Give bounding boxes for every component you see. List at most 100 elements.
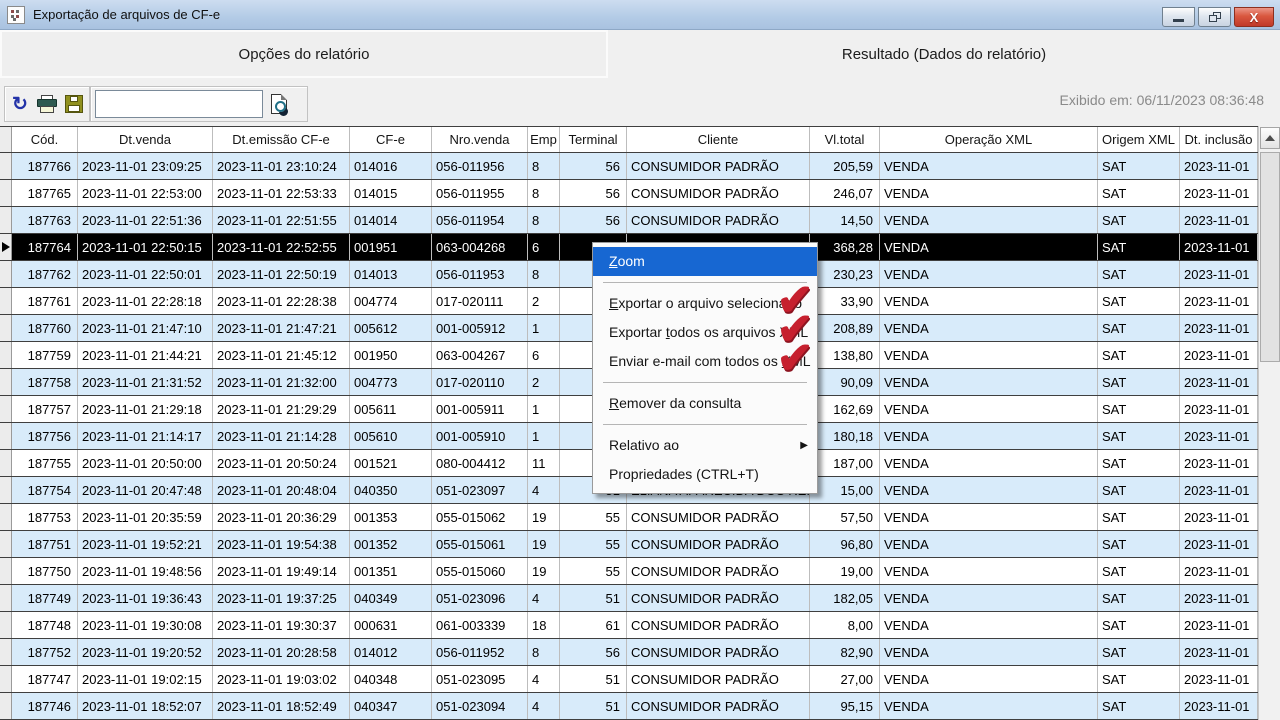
table-cell: SAT: [1098, 207, 1180, 233]
table-cell: CONSUMIDOR PADRÃO: [627, 666, 810, 692]
menu-item-exportar-o-arquivo-selecionado[interactable]: Exportar o arquivo selecionado: [593, 289, 817, 318]
table-cell: 1: [528, 396, 560, 422]
row-selector-gutter: [0, 207, 12, 233]
column-header[interactable]: Vl.total: [810, 127, 880, 152]
refresh-button[interactable]: ↻: [9, 91, 31, 117]
table-cell: 8: [528, 180, 560, 206]
table-cell: 2023-11-01: [1180, 558, 1258, 584]
table-cell: SAT: [1098, 342, 1180, 368]
row-selector-gutter: [0, 315, 12, 341]
menu-separator: [593, 418, 817, 431]
tab-resultado[interactable]: Resultado (Dados do relatório): [608, 30, 1280, 78]
menu-item-propriedades-ctrl-t[interactable]: Propriedades (CTRL+T): [593, 460, 817, 489]
column-header[interactable]: Terminal: [560, 127, 627, 152]
table-cell: 187752: [12, 639, 78, 665]
table-cell: SAT: [1098, 315, 1180, 341]
table-cell: CONSUMIDOR PADRÃO: [627, 207, 810, 233]
table-row[interactable]: 1877632023-11-01 22:51:362023-11-01 22:5…: [0, 207, 1258, 234]
table-cell: 055-015060: [432, 558, 528, 584]
table-cell: 2023-11-01 22:50:01: [78, 261, 213, 287]
table-cell: 061-003339: [432, 612, 528, 638]
table-row[interactable]: 1877482023-11-01 19:30:082023-11-01 19:3…: [0, 612, 1258, 639]
table-cell: 187755: [12, 450, 78, 476]
save-button[interactable]: [63, 91, 85, 117]
table-cell: VENDA: [880, 207, 1098, 233]
table-cell: 187764: [12, 234, 78, 260]
column-header[interactable]: Dt. inclusão: [1180, 127, 1258, 152]
table-cell: 2023-11-01: [1180, 288, 1258, 314]
table-cell: SAT: [1098, 288, 1180, 314]
tab-label: Resultado (Dados do relatório): [842, 46, 1046, 63]
menu-item-enviar-e-mail-com-todos-os-xml[interactable]: Enviar e-mail com todos os XML: [593, 347, 817, 376]
column-header[interactable]: Dt.venda: [78, 127, 213, 152]
table-cell: 014013: [350, 261, 432, 287]
table-row[interactable]: 1877512023-11-01 19:52:212023-11-01 19:5…: [0, 531, 1258, 558]
table-cell: 014012: [350, 639, 432, 665]
table-cell: 2023-11-01 21:32:00: [213, 369, 350, 395]
table-row[interactable]: 1877472023-11-01 19:02:152023-11-01 19:0…: [0, 666, 1258, 693]
table-cell: 8: [528, 639, 560, 665]
minimize-button[interactable]: [1162, 7, 1195, 27]
table-cell: 2023-11-01: [1180, 396, 1258, 422]
tab-opcoes-do-relatorio[interactable]: Opções do relatório: [0, 30, 608, 78]
vertical-scrollbar[interactable]: [1258, 126, 1280, 720]
table-cell: 2023-11-01: [1180, 261, 1258, 287]
print-button[interactable]: [36, 91, 58, 117]
table-cell: 82,90: [810, 639, 880, 665]
table-row[interactable]: 1877502023-11-01 19:48:562023-11-01 19:4…: [0, 558, 1258, 585]
column-header[interactable]: CF-e: [350, 127, 432, 152]
table-cell: 2023-11-01: [1180, 369, 1258, 395]
table-cell: 2023-11-01: [1180, 234, 1258, 260]
menu-item-exportar-todos-os-arquivos-xml[interactable]: Exportar todos os arquivos XML: [593, 318, 817, 347]
table-row[interactable]: 1877662023-11-01 23:09:252023-11-01 23:1…: [0, 153, 1258, 180]
table-cell: VENDA: [880, 396, 1098, 422]
column-header[interactable]: Cód.: [12, 127, 78, 152]
scrollbar-thumb[interactable]: [1260, 152, 1280, 362]
search-input[interactable]: [95, 90, 263, 118]
table-cell: 55: [560, 531, 627, 557]
table-cell: 2023-11-01 21:44:21: [78, 342, 213, 368]
table-row[interactable]: 1877462023-11-01 18:52:072023-11-01 18:5…: [0, 693, 1258, 720]
table-cell: 2023-11-01 19:36:43: [78, 585, 213, 611]
menu-item-zoom[interactable]: Zoom: [593, 247, 817, 276]
column-header[interactable]: Origem XML: [1098, 127, 1180, 152]
table-cell: 246,07: [810, 180, 880, 206]
table-cell: 2023-11-01: [1180, 342, 1258, 368]
table-cell: 2023-11-01 22:53:33: [213, 180, 350, 206]
table-cell: 001-005911: [432, 396, 528, 422]
restore-button[interactable]: [1198, 7, 1231, 27]
table-row[interactable]: 1877652023-11-01 22:53:002023-11-01 22:5…: [0, 180, 1258, 207]
column-header[interactable]: Emp: [528, 127, 560, 152]
table-cell: SAT: [1098, 369, 1180, 395]
table-cell: 2023-11-01: [1180, 666, 1258, 692]
close-button[interactable]: X: [1234, 7, 1274, 27]
table-cell: 004773: [350, 369, 432, 395]
table-cell: VENDA: [880, 342, 1098, 368]
table-cell: 61: [560, 612, 627, 638]
scroll-up-button[interactable]: [1260, 127, 1280, 149]
menu-separator: [593, 376, 817, 389]
menu-item-relativo-ao[interactable]: Relativo ao▶: [593, 431, 817, 460]
table-cell: 1: [528, 423, 560, 449]
table-cell: 004774: [350, 288, 432, 314]
table-cell: 187749: [12, 585, 78, 611]
table-row[interactable]: 1877532023-11-01 20:35:592023-11-01 20:3…: [0, 504, 1258, 531]
refresh-icon: ↻: [12, 95, 28, 114]
table-cell: 187751: [12, 531, 78, 557]
table-cell: 2023-11-01 21:14:17: [78, 423, 213, 449]
menu-item-remover-da-consulta[interactable]: Remover da consulta: [593, 389, 817, 418]
table-cell: SAT: [1098, 693, 1180, 719]
table-cell: VENDA: [880, 639, 1098, 665]
column-header[interactable]: Cliente: [627, 127, 810, 152]
titlebar: Exportação de arquivos de CF-e X: [0, 0, 1280, 30]
preview-button[interactable]: [267, 91, 291, 117]
column-header[interactable]: Dt.emissão CF-e: [213, 127, 350, 152]
column-header[interactable]: Operação XML: [880, 127, 1098, 152]
table-cell: 56: [560, 180, 627, 206]
toolbar: ↻ Exibido em: 06/11/2023 08:36:48: [0, 78, 1280, 126]
table-row[interactable]: 1877522023-11-01 19:20:522023-11-01 20:2…: [0, 639, 1258, 666]
column-header[interactable]: Nro.venda: [432, 127, 528, 152]
table-cell: VENDA: [880, 531, 1098, 557]
table-cell: 368,28: [810, 234, 880, 260]
table-row[interactable]: 1877492023-11-01 19:36:432023-11-01 19:3…: [0, 585, 1258, 612]
